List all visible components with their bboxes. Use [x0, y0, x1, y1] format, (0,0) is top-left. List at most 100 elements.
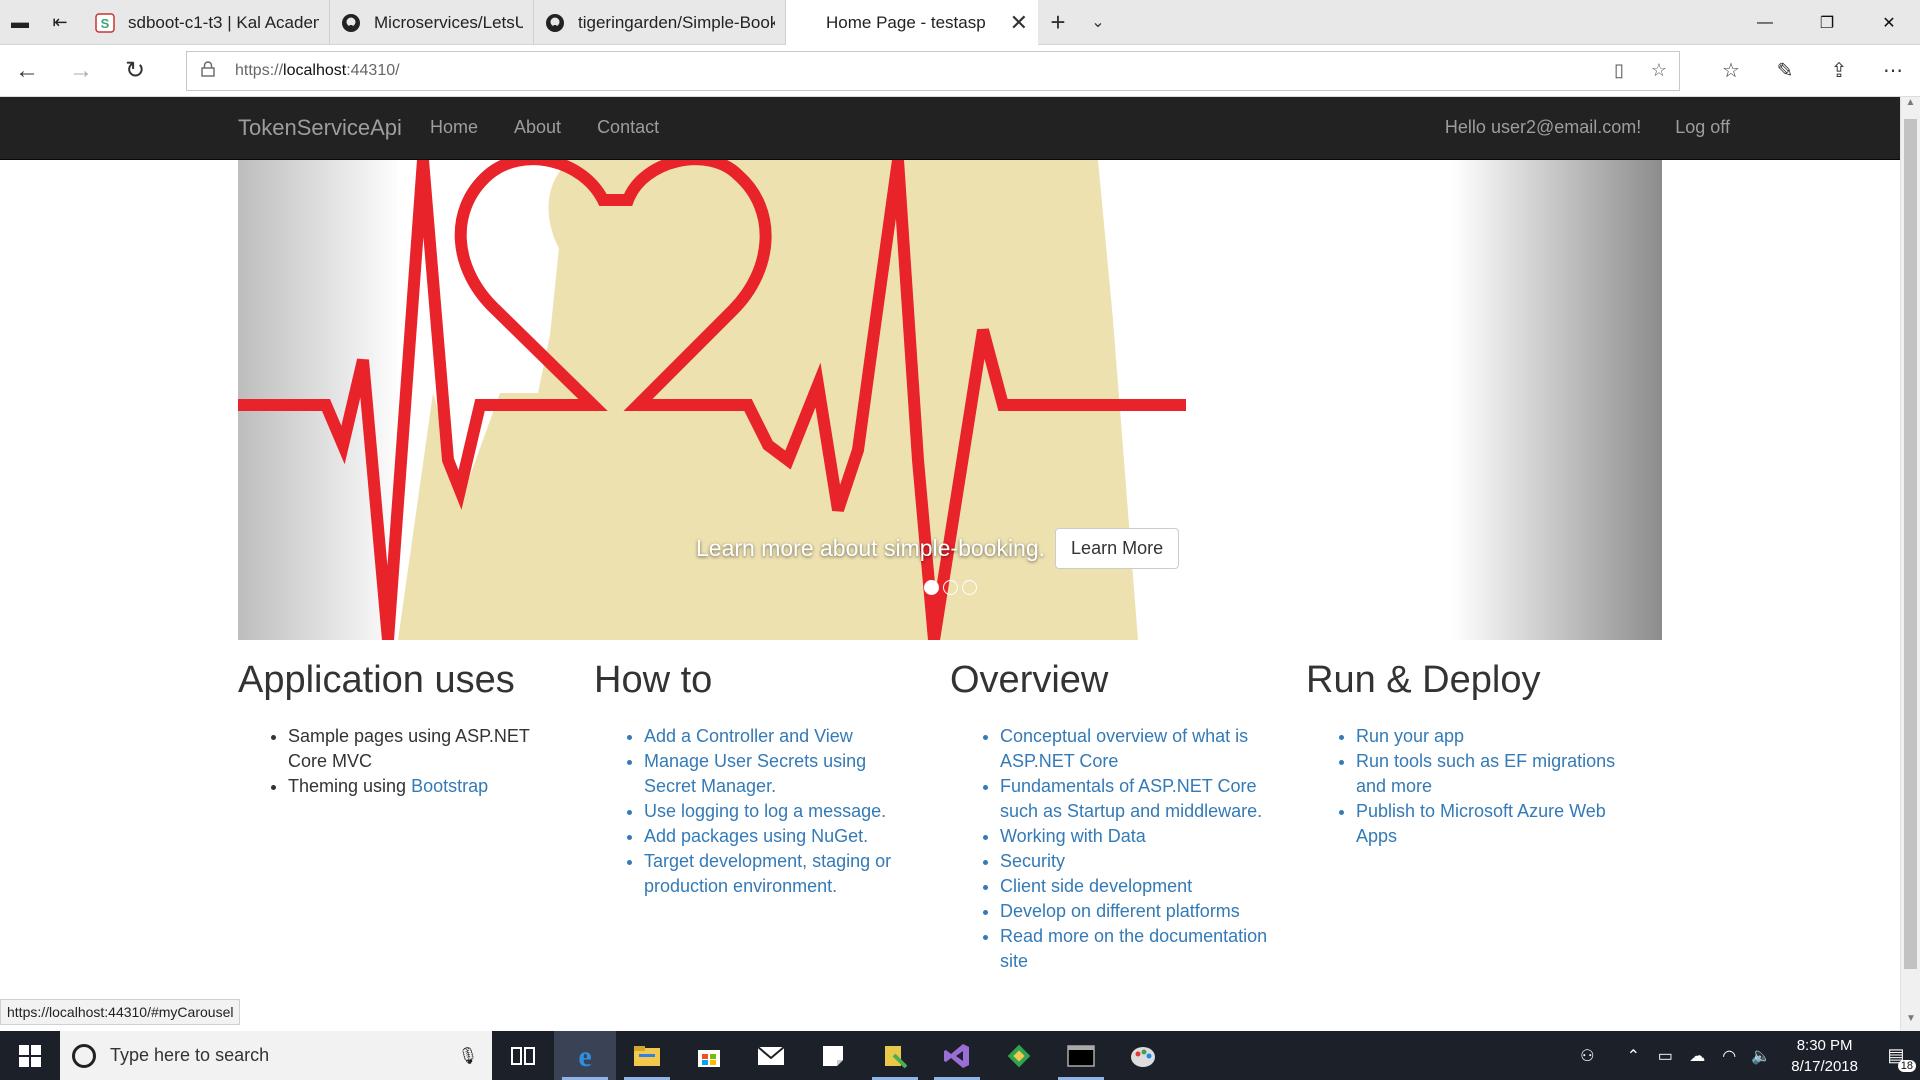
carousel-indicator[interactable]: [962, 580, 977, 595]
close-tab-icon[interactable]: ✕: [1010, 10, 1028, 36]
restore-icon[interactable]: ❐: [1796, 0, 1858, 45]
clock[interactable]: 8:30 PM 8/17/2018: [1791, 1035, 1858, 1077]
deploy-link[interactable]: Run tools such as EF migrations and more: [1356, 751, 1615, 796]
share-icon[interactable]: ⇪: [1812, 45, 1866, 97]
scroll-up-icon[interactable]: ▲: [1901, 97, 1920, 115]
scrollbar-thumb[interactable]: [1904, 119, 1917, 969]
column-heading: Application uses: [238, 659, 515, 701]
carousel-indicator[interactable]: [943, 580, 958, 595]
column-heading: How to: [594, 659, 713, 701]
wifi-icon[interactable]: ◠: [1713, 1046, 1745, 1066]
list-item: Security: [1000, 849, 1276, 874]
howto-link[interactable]: Manage User Secrets using Secret Manager…: [644, 751, 866, 796]
column-heading: Overview: [950, 659, 1109, 701]
edge-icon[interactable]: e: [554, 1031, 616, 1080]
overview-link[interactable]: Working with Data: [1000, 826, 1146, 846]
column-heading: Run & Deploy: [1306, 659, 1541, 701]
tab-title: sdboot-c1-t3 | Kal Academy: [128, 12, 319, 32]
nav-about[interactable]: About: [514, 117, 561, 138]
file-explorer-icon[interactable]: [616, 1031, 678, 1080]
page-scrollbar[interactable]: ▲ ▼: [1900, 97, 1920, 1031]
task-view-icon[interactable]: [492, 1031, 554, 1080]
github-icon: [340, 12, 362, 34]
new-tab-icon[interactable]: +: [1038, 0, 1078, 44]
paint-icon[interactable]: [1112, 1031, 1174, 1080]
carousel: Learn more about simple-booking. Learn M…: [238, 160, 1662, 640]
tab-tools: ▬ ⇤: [0, 0, 84, 44]
url-field[interactable]: https://localhost:44310/ ▯ ☆: [186, 50, 1680, 91]
cortana-icon: [72, 1043, 96, 1068]
mail-icon[interactable]: [740, 1031, 802, 1080]
chevron-down-icon[interactable]: ⌄: [1078, 0, 1118, 44]
window-controls: — ❐ ✕: [1734, 0, 1920, 44]
clock-time: 8:30 PM: [1796, 1036, 1853, 1054]
store-icon[interactable]: [678, 1031, 740, 1080]
howto-link[interactable]: Use logging to log a message.: [644, 801, 886, 821]
tools-app-icon[interactable]: [864, 1031, 926, 1080]
restore-tabs-icon[interactable]: ⇤: [40, 0, 80, 45]
link-status-bar: https://localhost:44310/#myCarousel: [0, 999, 241, 1025]
minimize-icon[interactable]: —: [1734, 0, 1796, 45]
visual-studio-icon[interactable]: [926, 1031, 988, 1080]
favorites-hub-icon[interactable]: ☆: [1704, 45, 1758, 97]
refresh-icon[interactable]: ↻: [108, 45, 162, 97]
nav-contact[interactable]: Contact: [597, 117, 659, 138]
howto-link[interactable]: Add packages using NuGet.: [644, 826, 868, 846]
deploy-link[interactable]: Publish to Microsoft Azure Web Apps: [1356, 801, 1606, 846]
system-tray: ⚇ ⌃ ▭ ☁ ◠ 🔈 8:30 PM 8/17/2018 ▤ 18: [1571, 1035, 1920, 1077]
overview-link[interactable]: Client side development: [1000, 876, 1192, 896]
howto-link[interactable]: Add a Controller and View: [644, 726, 853, 746]
learn-more-button[interactable]: Learn More: [1055, 528, 1180, 569]
column-overview: Overview Conceptual overview of what is …: [950, 659, 1306, 974]
bootstrap-link[interactable]: Bootstrap: [411, 776, 488, 796]
windows-start-icon[interactable]: [0, 1031, 60, 1080]
list-item: Fundamentals of ASP.NET Core such as Sta…: [1000, 774, 1276, 824]
overview-link[interactable]: Develop on different platforms: [1000, 901, 1240, 921]
pen-icon[interactable]: ✎: [1758, 45, 1812, 97]
search-placeholder: Type here to search: [110, 1045, 270, 1065]
reading-view-icon[interactable]: ▯: [1599, 60, 1639, 81]
tab-kal-academy[interactable]: S sdboot-c1-t3 | Kal Academy: [84, 0, 330, 45]
overview-link[interactable]: Conceptual overview of what is ASP.NET C…: [1000, 726, 1248, 771]
deploy-link[interactable]: Run your app: [1356, 726, 1464, 746]
logoff-link[interactable]: Log off: [1675, 117, 1730, 138]
tab-title: Home Page - testasp: [826, 12, 986, 32]
carousel-caption-text: Learn more about simple-booking.: [696, 535, 1046, 561]
howto-link[interactable]: Target development, staging or productio…: [644, 851, 891, 896]
scroll-down-icon[interactable]: ▼: [1901, 1013, 1920, 1031]
sticky-notes-icon[interactable]: [802, 1031, 864, 1080]
info-columns: Application uses Sample pages using ASP.…: [238, 659, 1662, 974]
overview-link[interactable]: Security: [1000, 851, 1065, 871]
notification-count: 18: [1897, 1060, 1916, 1072]
tab-letsunite[interactable]: Microservices/LetsUnite at r: [330, 0, 534, 45]
back-icon[interactable]: ←: [0, 45, 54, 97]
list-item: Client side development: [1000, 874, 1276, 899]
microphone-icon[interactable]: 🎙: [458, 1046, 478, 1066]
git-app-icon[interactable]: [988, 1031, 1050, 1080]
overview-link[interactable]: Fundamentals of ASP.NET Core such as Sta…: [1000, 776, 1262, 821]
carousel-indicator[interactable]: [924, 580, 939, 595]
tab-simple-booking[interactable]: tigeringarden/Simple-Booki: [534, 0, 786, 45]
action-center-icon[interactable]: ▤ 18: [1872, 1045, 1920, 1072]
list-item: Theming using Bootstrap: [288, 774, 564, 799]
chevron-up-icon[interactable]: ⌃: [1617, 1046, 1649, 1066]
battery-icon[interactable]: ▭: [1649, 1046, 1681, 1066]
volume-icon[interactable]: 🔈: [1745, 1046, 1777, 1066]
more-icon[interactable]: ⋯: [1866, 45, 1920, 97]
terminal-icon[interactable]: [1050, 1031, 1112, 1080]
taskbar-search[interactable]: Type here to search 🎙: [60, 1031, 492, 1080]
close-window-icon[interactable]: ✕: [1858, 0, 1920, 45]
tab-home-page[interactable]: Home Page - testasp ✕: [786, 0, 1038, 45]
site-brand[interactable]: TokenServiceApi: [238, 115, 402, 141]
list-item: Run tools such as EF migrations and more: [1356, 749, 1632, 799]
user-greeting-link[interactable]: Hello user2@email.com!: [1445, 117, 1641, 138]
user-nav: Hello user2@email.com! Log off: [1411, 117, 1730, 138]
favorite-star-icon[interactable]: ☆: [1639, 60, 1679, 81]
people-icon[interactable]: ⚇: [1571, 1046, 1603, 1066]
overview-link[interactable]: Read more on the documentation site: [1000, 926, 1267, 971]
forward-icon[interactable]: →: [54, 45, 108, 97]
onedrive-icon[interactable]: ☁: [1681, 1046, 1713, 1066]
column-how-to: How to Add a Controller and View Manage …: [594, 659, 950, 974]
set-aside-tabs-icon[interactable]: ▬: [0, 0, 40, 45]
nav-home[interactable]: Home: [430, 117, 478, 138]
